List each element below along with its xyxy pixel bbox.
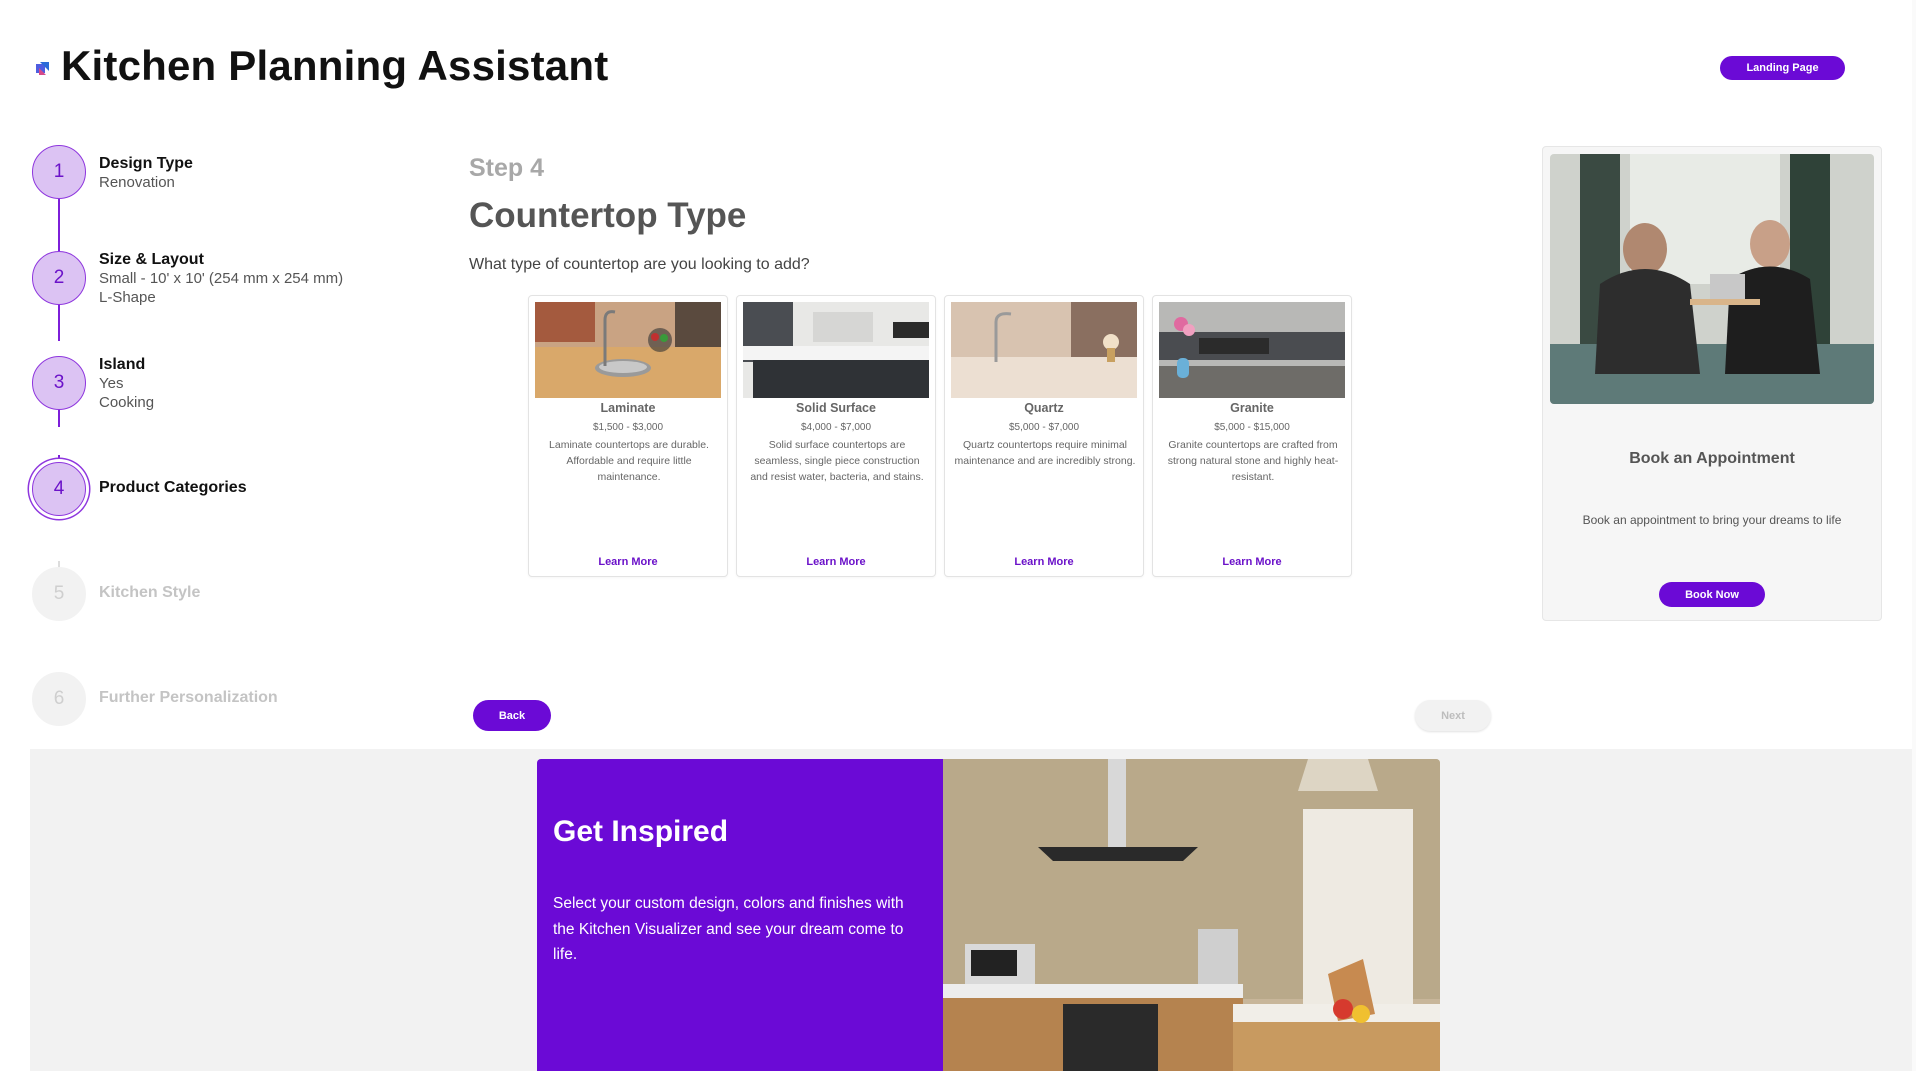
option-card-quartz[interactable]: Quartz $5,000 - $7,000 Quartz countertop… [944, 295, 1144, 577]
appointment-title: Book an Appointment [1629, 450, 1795, 467]
quartz-image [951, 302, 1137, 398]
step-number-circle: 5 [32, 567, 86, 621]
step-question: What type of countertop are you looking … [469, 256, 810, 273]
option-description: Quartz countertops require minimal maint… [954, 439, 1136, 467]
step-label: Kitchen Style [99, 584, 201, 601]
step-number-circle: 2 [32, 251, 86, 305]
option-card-laminate[interactable]: Laminate $1,500 - $3,000 Laminate counte… [528, 295, 728, 577]
countertop-options: Laminate $1,500 - $3,000 Laminate counte… [528, 295, 1352, 577]
option-price: $5,000 - $7,000 [1008, 422, 1080, 433]
learn-more-link[interactable]: Learn More [737, 556, 935, 568]
landing-page-button[interactable]: Landing Page [1720, 56, 1845, 80]
page-scrollbar[interactable] [1912, 0, 1916, 1071]
option-description: Solid surface countertops are seamless, … [750, 439, 924, 483]
step-label: Product Categories [99, 479, 247, 496]
learn-more-link[interactable]: Learn More [529, 556, 727, 568]
option-name: Granite [1230, 401, 1274, 415]
consultation-photo [1550, 154, 1874, 404]
get-inspired-banner: Get Inspired Select your custom design, … [537, 759, 943, 1071]
option-price: $1,500 - $3,000 [592, 422, 664, 433]
solid-surface-image [743, 302, 929, 398]
step-label: Design Type [99, 155, 193, 172]
appointment-description: Book an appointment to bring your dreams… [1582, 513, 1842, 527]
app-title: Kitchen Planning Assistant [61, 42, 609, 89]
step-connector [58, 199, 60, 251]
laminate-image [535, 302, 721, 398]
option-description: Laminate countertops are durable. Afford… [549, 439, 709, 483]
step-number: Step 4 [469, 154, 545, 182]
back-button[interactable]: Back [473, 700, 551, 731]
option-name: Laminate [600, 401, 656, 415]
option-name: Solid Surface [796, 401, 876, 415]
learn-more-link[interactable]: Learn More [945, 556, 1143, 568]
option-card-granite[interactable]: Granite $5,000 - $15,000 Granite counter… [1152, 295, 1352, 577]
step-detail: Small - 10' x 10' (254 mm x 254 mm) [99, 270, 344, 287]
step-detail: L-Shape [99, 289, 156, 306]
step-label: Further Personalization [99, 689, 278, 706]
learn-more-link[interactable]: Learn More [1153, 556, 1351, 568]
step-label: Size & Layout [99, 251, 204, 268]
next-button[interactable]: Next [1415, 700, 1491, 731]
step-detail: Renovation [99, 174, 175, 191]
step-title: Countertop Type [469, 196, 747, 235]
option-price: $5,000 - $15,000 [1214, 422, 1290, 433]
step-number-circle: 6 [32, 672, 86, 726]
step-number-circle: 1 [32, 145, 86, 199]
option-description: Granite countertops are crafted from str… [1167, 439, 1339, 483]
appointment-panel: Book an Appointment Book an appointment … [1542, 146, 1882, 621]
app-logo-icon [36, 62, 49, 75]
progress-stepper: 1 Design Type Renovation 2 Size & Layout… [30, 145, 390, 735]
step-number-circle: 4 [32, 462, 86, 516]
kitchen-showcase-image [943, 759, 1440, 1071]
inspire-text: Select your custom design, colors and fi… [553, 895, 904, 963]
step-detail: Yes [99, 375, 124, 392]
option-price: $4,000 - $7,000 [800, 422, 872, 433]
inspire-title: Get Inspired [553, 815, 729, 848]
step-number-circle: 3 [32, 356, 86, 410]
book-now-button[interactable]: Book Now [1659, 582, 1765, 607]
option-name: Quartz [1024, 401, 1064, 415]
option-card-solid-surface[interactable]: Solid Surface $4,000 - $7,000 Solid surf… [736, 295, 936, 577]
step-label: Island [99, 356, 146, 373]
header: Kitchen Planning Assistant Landing Page [0, 0, 1916, 130]
granite-image [1159, 302, 1345, 398]
step-detail: Cooking [99, 394, 155, 411]
